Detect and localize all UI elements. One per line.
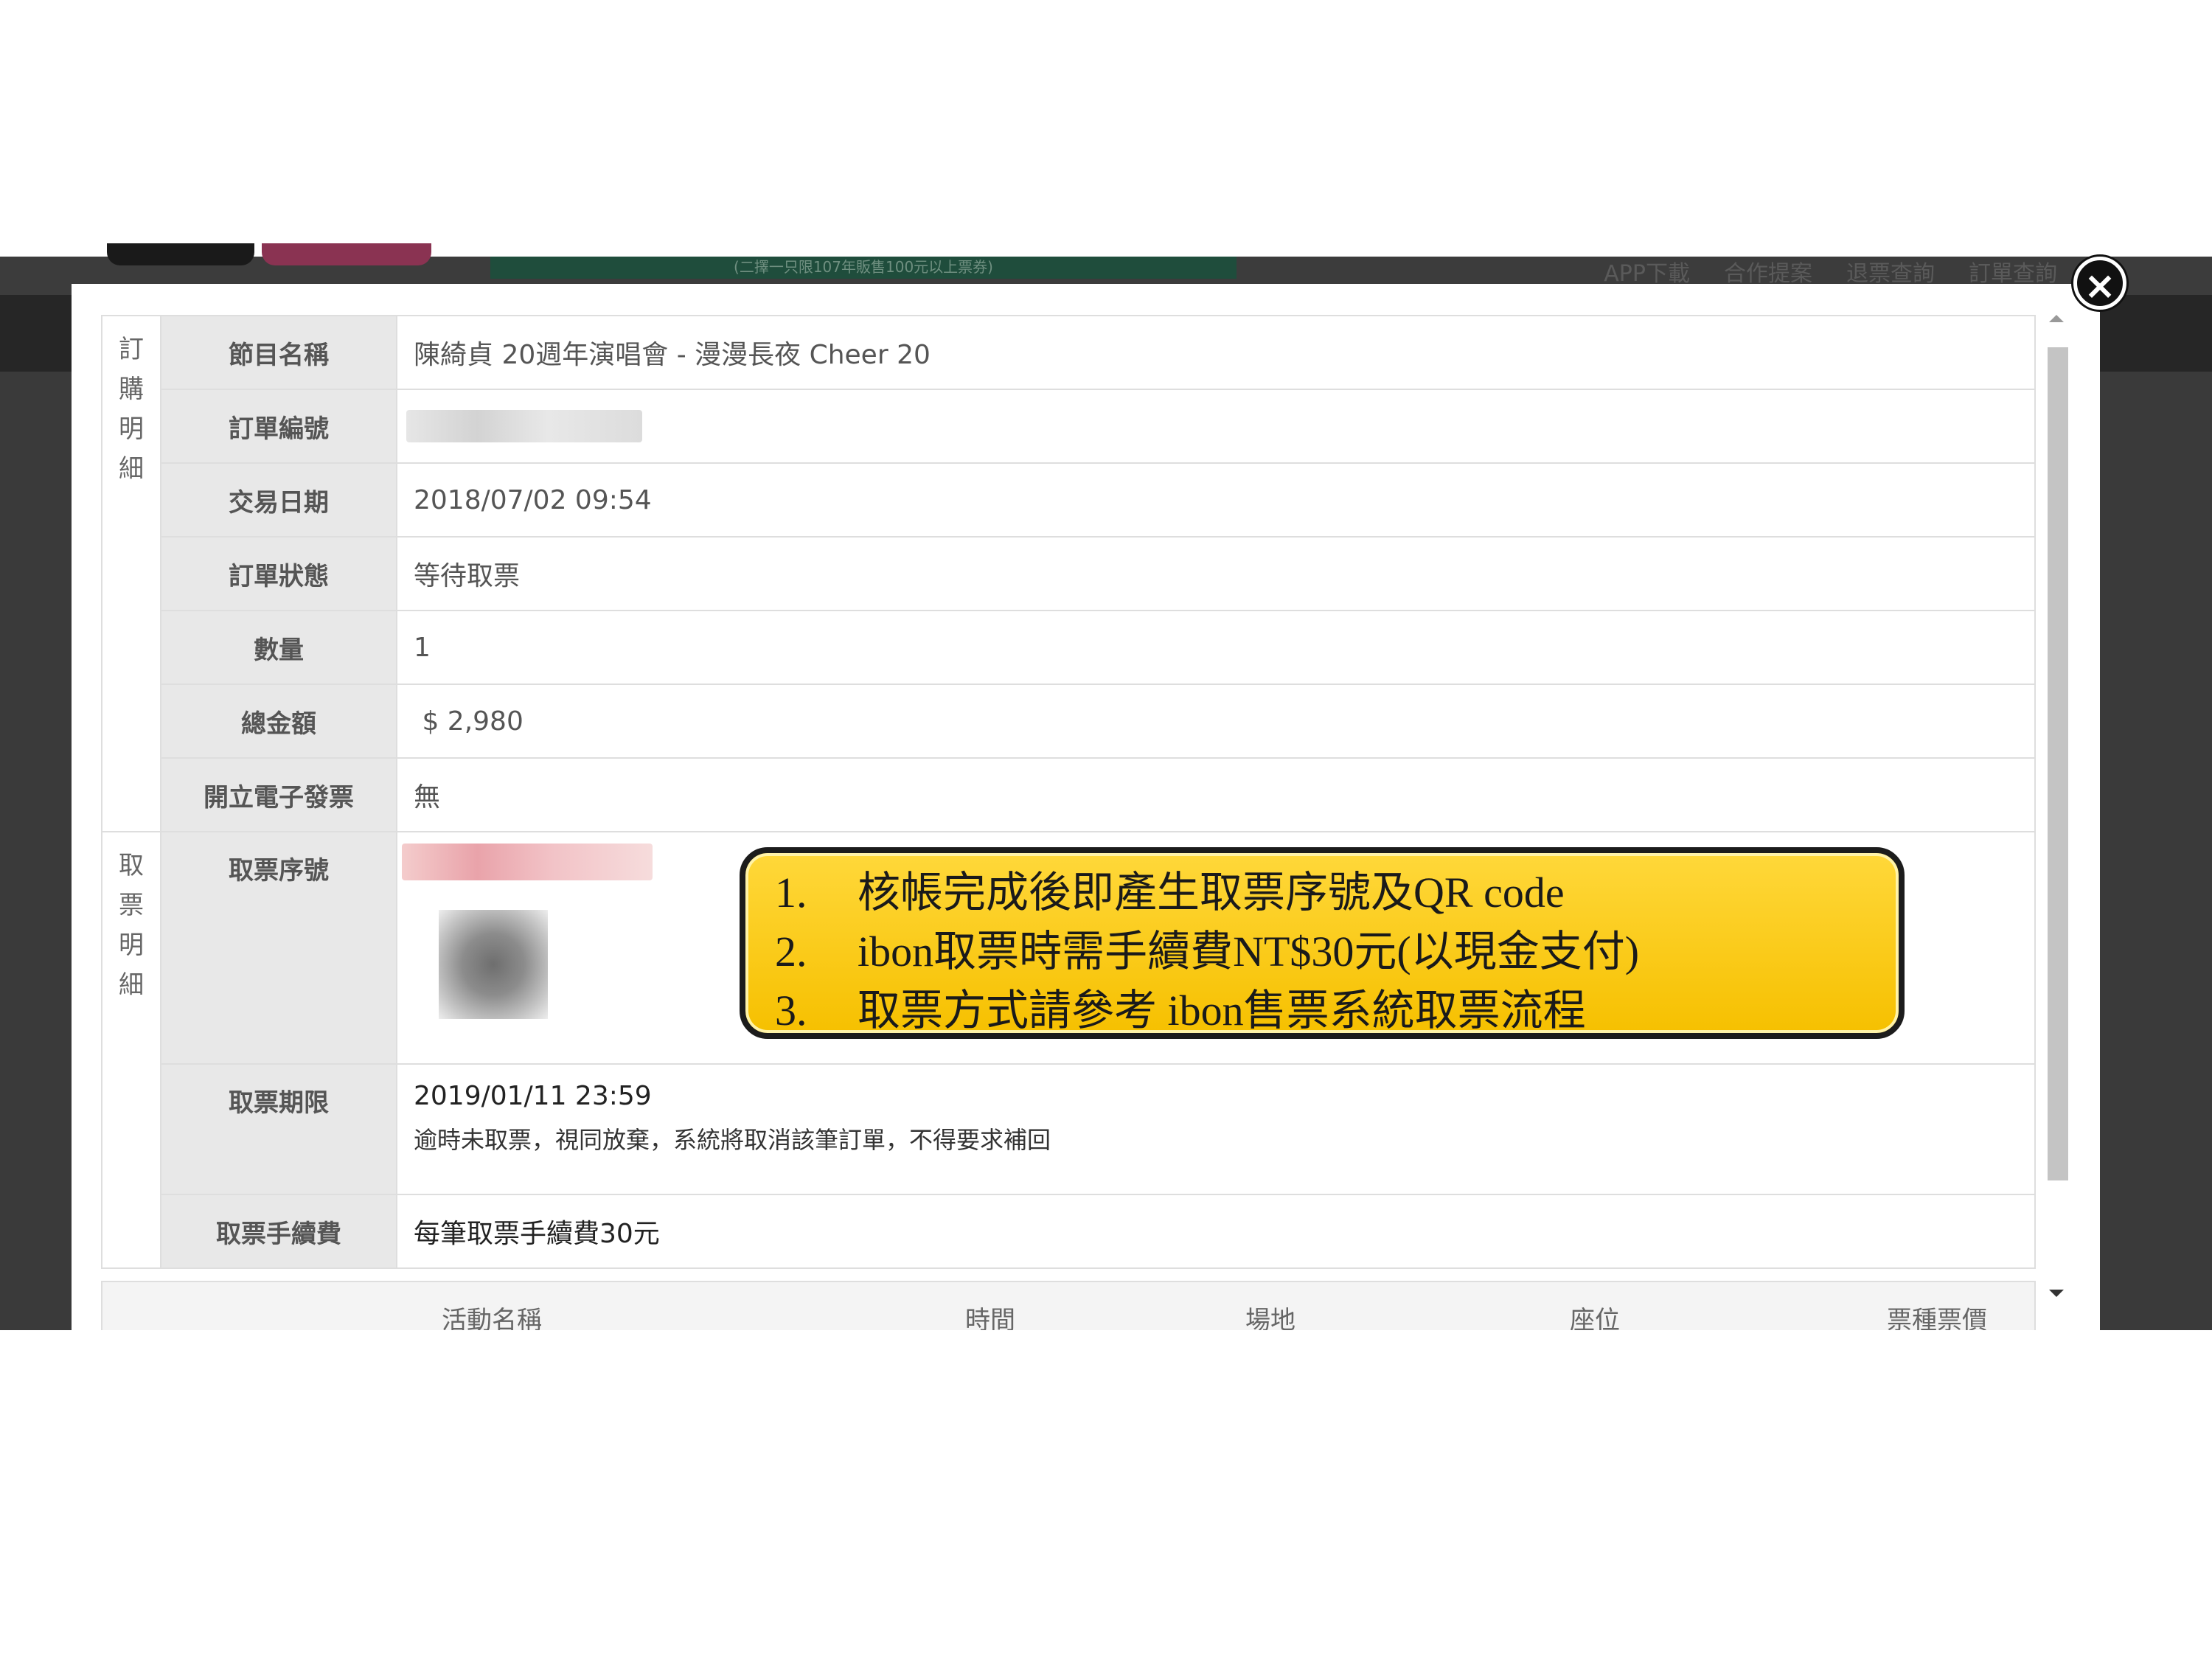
- order-status-label: 訂單狀態: [160, 536, 397, 611]
- close-icon[interactable]: ×: [2073, 257, 2126, 310]
- order-number-value: [396, 389, 2036, 464]
- program-name-label: 節目名稱: [160, 315, 397, 390]
- pickup-deadline-label: 取票期限: [160, 1063, 397, 1195]
- quantity-label: 數量: [160, 610, 397, 685]
- table-row: 訂 購 明 細 節目名稱 陳綺貞 20週年演唱會 - 漫漫長夜 Cheer 20: [101, 315, 2036, 832]
- site-logo-badge: [262, 243, 431, 265]
- e-invoice-value: 無: [396, 757, 2036, 832]
- order-detail-modal: 訂 購 明 細 節目名稱 陳綺貞 20週年演唱會 - 漫漫長夜 Cheer 20…: [72, 284, 2100, 1330]
- e-invoice-label: 開立電子發票: [160, 757, 397, 832]
- group-label-pickup: 取 票 明 細: [101, 831, 161, 1269]
- pickup-deadline-cell: 2019/01/11 23:59 逾時未取票，視同放棄，系統將取消該筆訂單，不得…: [396, 1063, 2036, 1195]
- redacted-qr-code: [439, 910, 548, 1019]
- site-link-refund[interactable]: 退票查詢: [1846, 255, 1935, 288]
- column-header-venue: 場地: [1245, 1306, 1295, 1330]
- site-link-app[interactable]: APP下載: [1604, 255, 1690, 288]
- order-status-value: 等待取票: [396, 536, 2036, 611]
- redacted-order-number: [406, 410, 642, 442]
- quantity-value: 1: [396, 610, 2036, 685]
- table-row: 交易日期 2018/07/02 09:54: [102, 462, 2036, 538]
- pickup-serial-label: 取票序號: [160, 831, 397, 1065]
- column-header-time: 時間: [965, 1306, 1015, 1330]
- table-row: 開立電子發票 無: [102, 757, 2036, 832]
- transaction-date-value: 2018/07/02 09:54: [396, 462, 2036, 538]
- table-row: 訂單編號: [102, 389, 2036, 464]
- pickup-fee-label: 取票手續費: [160, 1194, 397, 1269]
- column-header-ticket-price: 票種票價: [1887, 1306, 1987, 1330]
- total-amount-value: $ 2,980: [396, 684, 2036, 759]
- group-label-order: 訂 購 明 細: [101, 315, 161, 832]
- scroll-up-arrow-icon[interactable]: [2049, 315, 2064, 322]
- scroll-thumb[interactable]: [2048, 347, 2068, 1180]
- site-top-links: APP下載 合作提案 退票查詢 訂單查詢: [1604, 255, 2057, 288]
- modal-scrollbar[interactable]: [2040, 315, 2073, 1303]
- site-banner: (二擇一只限107年販售100元以上票券): [490, 257, 1237, 279]
- program-name-value: 陳綺貞 20週年演唱會 - 漫漫長夜 Cheer 20: [396, 315, 2036, 390]
- column-header-seat: 座位: [1570, 1306, 1620, 1330]
- order-number-label: 訂單編號: [160, 389, 397, 464]
- annotation-callout: 1. 核帳完成後即產生取票序號及QR code 2. ibon取票時需手續費NT$3…: [740, 847, 1905, 1039]
- site-link-order[interactable]: 訂單查詢: [1969, 255, 2057, 288]
- order-detail-table: 訂 購 明 細 節目名稱 陳綺貞 20週年演唱會 - 漫漫長夜 Cheer 20…: [101, 315, 2036, 1269]
- pickup-fee-value: 每筆取票手續費30元: [396, 1194, 2036, 1269]
- total-amount-label: 總金額: [160, 684, 397, 759]
- scroll-down-arrow-icon[interactable]: [2049, 1290, 2064, 1297]
- table-row: 訂單狀態 等待取票: [102, 536, 2036, 611]
- callout-item: 1. 核帳完成後即產生取票序號及QR code: [775, 869, 1565, 917]
- column-header-event: 活動名稱: [442, 1306, 542, 1330]
- site-link-partner[interactable]: 合作提案: [1724, 255, 1812, 288]
- table-row: 總金額 $ 2,980: [102, 684, 2036, 759]
- pickup-deadline-note: 逾時未取票，視同放棄，系統將取消該筆訂單，不得要求補回: [414, 1126, 1051, 1154]
- redacted-pickup-serial: [402, 844, 653, 880]
- table-row: 數量 1: [102, 610, 2036, 685]
- callout-item: 2. ibon取票時需手續費NT$30元(以現金支付): [775, 928, 1640, 975]
- site-logo: [107, 243, 254, 265]
- ticket-list-header: 活動名稱 時間 場地 座位 票種票價: [101, 1281, 2036, 1330]
- transaction-date-label: 交易日期: [160, 462, 397, 538]
- callout-item: 3. 取票方式請參考 ibon售票系統取票流程: [775, 987, 1586, 1034]
- table-row: 取票手續費 每筆取票手續費30元: [102, 1194, 2036, 1269]
- pickup-deadline-value: 2019/01/11 23:59: [414, 1081, 652, 1111]
- table-row: 取票期限 2019/01/11 23:59 逾時未取票，視同放棄，系統將取消該筆…: [102, 1063, 2036, 1195]
